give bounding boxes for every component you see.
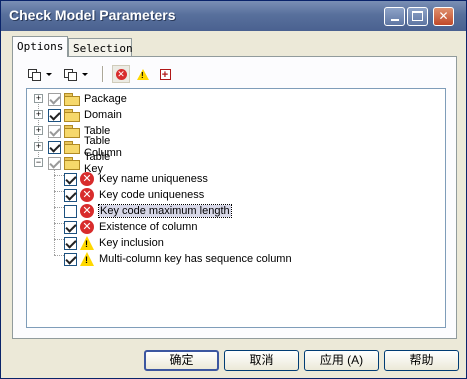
tree-checkbox[interactable] <box>64 220 77 234</box>
help-button[interactable]: 帮助 <box>384 350 459 371</box>
tree-item-label: Key code uniqueness <box>99 189 205 201</box>
tree-checkbox[interactable] <box>48 92 61 106</box>
expand-icon[interactable]: + <box>34 94 43 103</box>
tree-checkbox[interactable] <box>64 172 77 186</box>
copy-dropdown-icon <box>28 68 41 81</box>
tree-line <box>54 191 64 192</box>
expand-icon[interactable]: + <box>34 126 43 135</box>
minimize-button[interactable] <box>384 7 405 26</box>
maximize-icon <box>412 11 423 21</box>
add-check-icon: + <box>159 68 171 80</box>
chevron-down-icon <box>46 72 52 76</box>
tree-item-existence-of-column[interactable]: ✕ Existence of column <box>64 219 197 235</box>
tree-item-key-inclusion[interactable]: ! Key inclusion <box>64 235 164 251</box>
error-icon: ✕ <box>80 172 94 186</box>
error-icon: ✕ <box>80 204 94 218</box>
tree-item-key-code-uniqueness[interactable]: ✕ Key code uniqueness <box>64 187 204 203</box>
tree-item-label: Existence of column <box>99 221 198 233</box>
folder-icon <box>64 156 80 170</box>
add-check-button[interactable]: + <box>156 65 174 83</box>
tree-item-label: Key name uniqueness <box>99 173 208 185</box>
tree-item-key-name-uniqueness[interactable]: ✕ Key name uniqueness <box>64 171 208 187</box>
tab-selection-label: Selection <box>73 42 133 55</box>
warning-icon: ! <box>80 252 94 266</box>
paste-dropdown-button[interactable] <box>64 65 88 83</box>
tree-checkbox[interactable] <box>64 188 77 202</box>
tree-line <box>54 167 55 255</box>
tree-checkbox[interactable] <box>64 236 77 250</box>
tab-options-label: Options <box>17 40 64 53</box>
ok-button[interactable]: 确定 <box>144 350 219 371</box>
error-filter-button[interactable]: ✕ <box>112 65 130 83</box>
collapse-icon[interactable]: − <box>34 158 43 167</box>
close-icon: ✕ <box>438 9 449 23</box>
tree-item-label: Multi-column key has sequence column <box>99 253 292 265</box>
tree-item-key-code-maximum-length[interactable]: ✕ Key code maximum length <box>64 203 232 219</box>
tree-line <box>54 239 64 240</box>
error-filter-icon: ✕ <box>115 68 127 80</box>
maximize-button[interactable] <box>407 7 428 26</box>
toolbar-separator <box>102 66 104 82</box>
tree-checkbox[interactable] <box>48 156 61 170</box>
tree-checkbox[interactable] <box>48 108 61 122</box>
folder-icon <box>64 108 80 122</box>
tree-node-label: Domain <box>84 109 122 121</box>
tree-line <box>54 207 64 208</box>
warning-filter-icon: ! <box>137 68 149 80</box>
minimize-icon <box>390 19 399 21</box>
tree-line <box>54 255 64 256</box>
tree-item-multi-column-key[interactable]: ! Multi-column key has sequence column <box>64 251 292 267</box>
title-bar[interactable]: Check Model Parameters ✕ <box>1 1 466 31</box>
error-icon: ✕ <box>80 188 94 202</box>
window-title: Check Model Parameters <box>9 7 176 23</box>
error-icon: ✕ <box>80 220 94 234</box>
expand-icon[interactable]: + <box>34 142 43 151</box>
tree-item-label: Key code maximum length <box>98 204 232 218</box>
check-tree[interactable]: + Package + Domain + Table + Table Colum… <box>26 88 446 328</box>
tree-item-label: Key inclusion <box>99 237 164 249</box>
tree-line <box>54 175 64 176</box>
apply-button[interactable]: 应用 (A) <box>304 350 379 371</box>
chevron-down-icon <box>82 72 88 76</box>
warning-filter-button[interactable]: ! <box>134 65 152 83</box>
tree-line <box>54 223 64 224</box>
close-button[interactable]: ✕ <box>433 7 454 26</box>
tree-checkbox[interactable] <box>64 252 77 266</box>
tree-node-label: Package <box>84 93 127 105</box>
warning-icon: ! <box>80 236 94 250</box>
tab-options[interactable]: Options <box>12 36 68 57</box>
dialog-window: Check Model Parameters ✕ Options Selecti… <box>0 0 467 379</box>
cancel-button[interactable]: 取消 <box>224 350 299 371</box>
expand-icon[interactable]: + <box>34 110 43 119</box>
tree-checkbox[interactable] <box>64 204 77 218</box>
folder-icon <box>64 92 80 106</box>
tab-selection[interactable]: Selection <box>68 38 133 56</box>
copy-dropdown-button[interactable] <box>28 65 52 83</box>
paste-dropdown-icon <box>64 68 77 81</box>
